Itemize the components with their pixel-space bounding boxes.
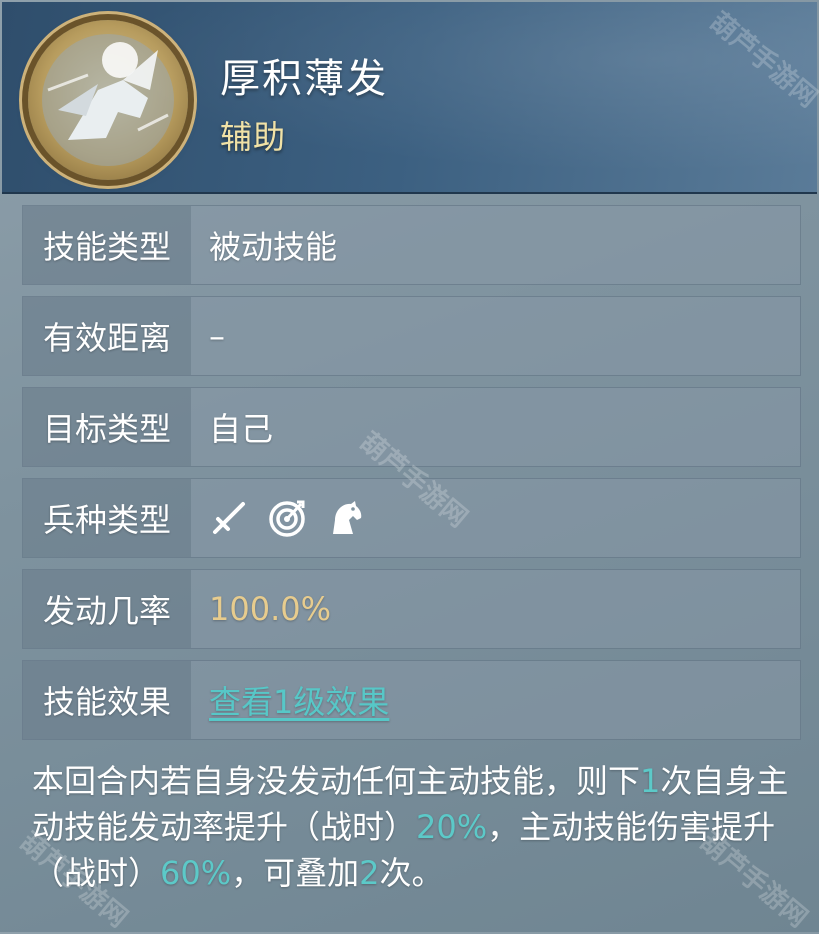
row-skill-type: 技能类型 被动技能 bbox=[22, 205, 801, 285]
row-label: 目标类型 bbox=[23, 388, 191, 466]
desc-number: 1 bbox=[640, 762, 661, 800]
desc-number: 20% bbox=[416, 808, 488, 846]
desc-number: 60% bbox=[160, 854, 232, 892]
desc-text: 次。 bbox=[379, 854, 444, 892]
row-label: 兵种类型 bbox=[23, 479, 191, 557]
row-label: 发动几率 bbox=[23, 570, 191, 648]
view-level-effect-link[interactable]: 查看1级效果 bbox=[209, 677, 389, 723]
row-skill-effect: 技能效果 查看1级效果 bbox=[22, 660, 801, 740]
effective-range-value: – bbox=[209, 317, 225, 355]
trigger-rate-value: 100.0% bbox=[209, 590, 332, 628]
skill-description: 本回合内若自身没发动任何主动技能，则下1次自身主动技能发动率提升（战时）20%，… bbox=[32, 758, 792, 896]
desc-text: 本回合内若自身没发动任何主动技能，则下 bbox=[32, 762, 641, 800]
sword-icon bbox=[209, 498, 249, 538]
row-label: 技能类型 bbox=[23, 206, 191, 284]
row-label: 技能效果 bbox=[23, 661, 191, 739]
horse-icon bbox=[325, 498, 365, 538]
skill-role: 辅助 bbox=[220, 118, 287, 156]
desc-number: 2 bbox=[359, 854, 380, 892]
skill-effect-value: 查看1级效果 bbox=[191, 661, 800, 739]
skill-type-value: 被动技能 bbox=[209, 228, 338, 266]
skill-detail-card: 厚积薄发 辅助 技能类型 被动技能 有效距离 – 目标类型 自己 兵种类型 发动… bbox=[0, 0, 819, 934]
skill-header: 厚积薄发 辅助 bbox=[2, 2, 817, 194]
target-type-value: 自己 bbox=[209, 410, 274, 448]
desc-text: ，可叠加 bbox=[231, 854, 360, 892]
row-trigger-rate: 发动几率 100.0% bbox=[22, 569, 801, 649]
row-effective-range: 有效距离 – bbox=[22, 296, 801, 376]
skill-name: 厚积薄发 bbox=[220, 56, 388, 102]
row-label: 有效距离 bbox=[23, 297, 191, 375]
bow-target-icon bbox=[267, 498, 307, 538]
troop-type-value bbox=[191, 479, 800, 557]
skill-emblem-icon bbox=[28, 20, 188, 180]
